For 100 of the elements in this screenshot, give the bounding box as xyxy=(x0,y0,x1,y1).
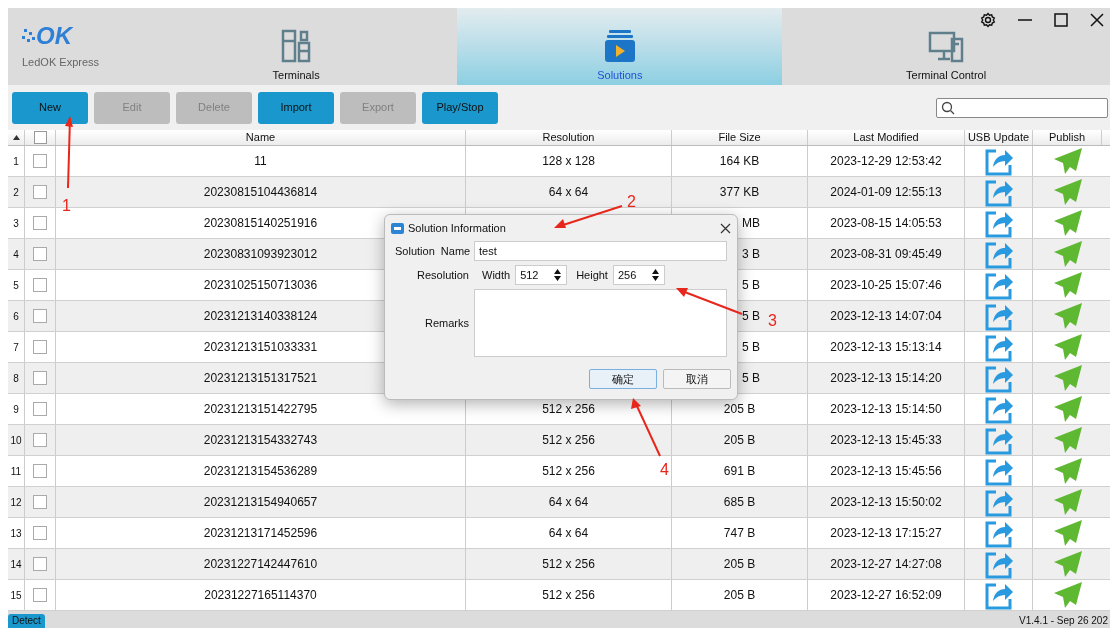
table-cell-text: 64 x 64 xyxy=(548,525,589,542)
sort-up-icon[interactable] xyxy=(12,135,20,140)
row-checkbox[interactable] xyxy=(33,340,47,354)
table-cell-text: 512 x 256 xyxy=(542,587,595,604)
table-cell-text: 20231213151033331 xyxy=(203,339,318,356)
table-cell-text: 512 x 256 xyxy=(542,556,595,573)
table-cell-text: 20231227142447610 xyxy=(203,556,318,573)
row-checkbox[interactable] xyxy=(33,402,47,416)
app-icon xyxy=(391,222,404,234)
table-cell-text: 2023-12-13 15:45:56 xyxy=(830,463,942,480)
row-number: 5 xyxy=(13,278,19,293)
search-field[interactable] xyxy=(936,97,1108,118)
row-checkbox[interactable] xyxy=(33,371,47,385)
annotation-arrow xyxy=(676,286,744,316)
terminals-icon xyxy=(281,28,312,63)
nav-tab[interactable]: Terminal Control xyxy=(782,8,1110,85)
maximize-icon[interactable] xyxy=(1054,13,1068,27)
table-cell-text: 2023-12-27 16:52:09 xyxy=(830,587,942,604)
table-cell-text: 512 x 256 xyxy=(542,401,595,418)
row-checkbox[interactable] xyxy=(33,495,47,509)
row-checkbox[interactable] xyxy=(33,154,47,168)
field-label: Height xyxy=(576,267,608,283)
column-header[interactable]: File Size xyxy=(718,129,761,146)
spinner-arrows-icon[interactable] xyxy=(650,268,660,282)
table-cell-text: 205 B xyxy=(723,556,756,573)
table-cell-text: 5 B xyxy=(742,308,760,325)
row-checkbox[interactable] xyxy=(33,309,47,323)
column-header[interactable]: USB Update xyxy=(967,129,1030,146)
table-cell-text: 20231025150713036 xyxy=(203,277,318,294)
cancel-button[interactable]: 取消 xyxy=(663,369,731,389)
field-label: Resolution xyxy=(416,267,469,283)
toolbar-button[interactable]: Play/Stop xyxy=(422,91,498,124)
table-cell-text: 20230831093923012 xyxy=(203,246,318,263)
table-cell-text: 5 B xyxy=(742,277,760,294)
table-cell-text: 205 B xyxy=(723,401,756,418)
row-number: 9 xyxy=(13,402,19,417)
column-header[interactable]: Publish xyxy=(1048,129,1086,146)
select-all-checkbox[interactable] xyxy=(33,131,47,144)
table-cell-text: 128 x 128 xyxy=(542,153,595,170)
toolbar-button[interactable]: New xyxy=(12,91,88,124)
row-checkbox[interactable] xyxy=(33,433,47,447)
remarks-field[interactable] xyxy=(474,289,727,357)
table-cell-text: 20231213151317521 xyxy=(203,370,318,387)
column-header[interactable]: Last Modified xyxy=(853,129,919,146)
row-checkbox[interactable] xyxy=(33,278,47,292)
play-folder-icon xyxy=(602,28,637,63)
nav-tab[interactable]: Terminals xyxy=(196,8,396,85)
table-cell-text: 691 B xyxy=(723,463,756,480)
field-label: Solution Name xyxy=(395,243,469,259)
table-cell-text: 20231213154332743 xyxy=(203,432,318,449)
close-icon[interactable] xyxy=(720,222,731,234)
column-header[interactable]: Name xyxy=(245,129,276,146)
toolbar-button[interactable]: Import xyxy=(258,91,334,124)
dialog-title: Solution Information xyxy=(408,220,506,236)
table-cell-text: 2023-10-25 15:07:46 xyxy=(830,277,942,294)
close-icon[interactable] xyxy=(1090,13,1104,27)
name-field[interactable]: test xyxy=(474,241,727,261)
detect-button[interactable]: Detect xyxy=(8,614,45,628)
table-cell-text: 2023-12-13 15:14:20 xyxy=(830,370,942,387)
row-checkbox[interactable] xyxy=(33,185,47,199)
table-cell-text: 11 xyxy=(254,153,267,170)
table-cell-text: 2023-12-13 14:07:04 xyxy=(830,308,942,325)
row-checkbox[interactable] xyxy=(33,526,47,540)
annotation-arrow xyxy=(630,398,662,458)
table-cell-text: 2023-12-13 15:14:50 xyxy=(830,401,942,418)
height-spinbox[interactable]: 256 xyxy=(612,265,665,285)
column-header[interactable]: Resolution xyxy=(542,129,595,146)
version-label: V1.4.1 - Sep 26 202 xyxy=(1019,614,1109,628)
table-cell-text: 685 B xyxy=(723,494,756,511)
computer-icon xyxy=(928,30,965,63)
settings-icon[interactable] xyxy=(980,12,996,28)
row-number: 4 xyxy=(13,247,19,262)
row-checkbox[interactable] xyxy=(33,464,47,478)
ok-button[interactable]: 确定 xyxy=(589,369,657,389)
width-spinbox[interactable]: 512 xyxy=(515,265,568,285)
table-cell-text: MB xyxy=(742,215,760,232)
row-checkbox[interactable] xyxy=(33,557,47,571)
table-cell-text: 2023-12-13 17:15:27 xyxy=(830,525,942,542)
search-icon xyxy=(941,100,955,115)
annotation-number: 4 xyxy=(660,460,669,480)
spinner-arrows-icon[interactable] xyxy=(553,268,563,282)
row-number: 7 xyxy=(13,340,19,355)
table-cell-text: 2023-12-13 15:45:33 xyxy=(830,432,942,449)
table-cell-text: 205 B xyxy=(723,432,756,449)
annotation-arrow xyxy=(554,204,624,230)
field-label: Remarks xyxy=(424,315,469,331)
row-number: 1 xyxy=(13,154,19,169)
table-cell-text: 512 x 256 xyxy=(542,432,595,449)
row-number: 12 xyxy=(10,495,22,510)
table-cell-text: 164 KB xyxy=(719,153,760,170)
row-number: 10 xyxy=(10,433,22,448)
table-cell-text: 377 KB xyxy=(719,184,760,201)
table-cell-text: 64 x 64 xyxy=(548,184,589,201)
row-checkbox[interactable] xyxy=(33,216,47,230)
table-cell-text: 512 x 256 xyxy=(542,463,595,480)
table-cell-text: 5 B xyxy=(742,370,760,387)
table-cell-text: 20231213154940657 xyxy=(203,494,318,511)
row-checkbox[interactable] xyxy=(33,247,47,261)
nav-tab[interactable]: Solutions xyxy=(457,8,783,85)
row-checkbox[interactable] xyxy=(33,588,47,602)
